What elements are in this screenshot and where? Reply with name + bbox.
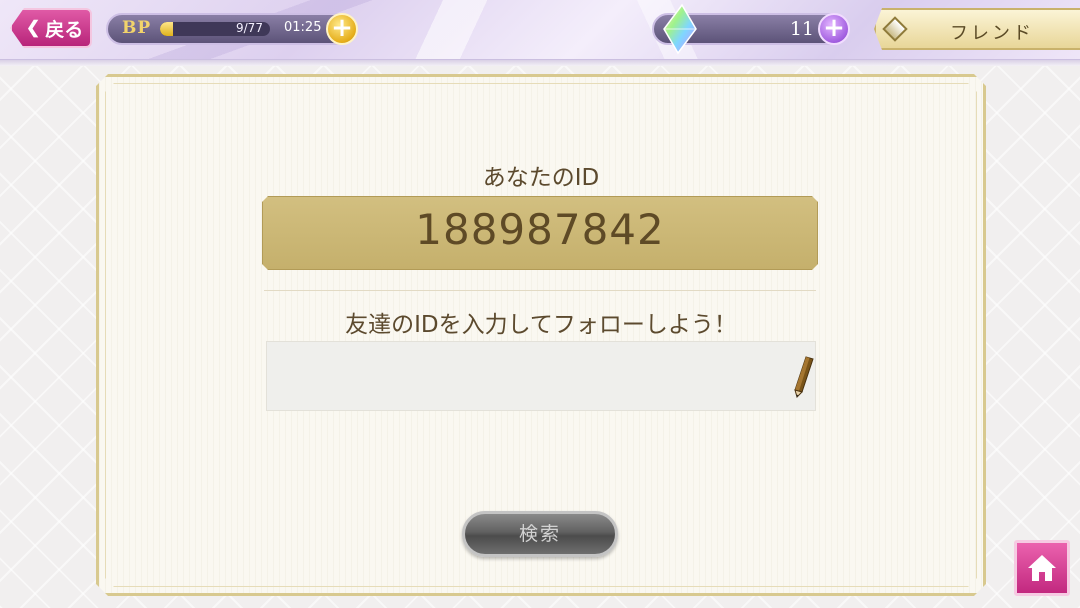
bp-add-button[interactable]: + [326,13,358,45]
page-title-tab: フレンド [874,8,1080,50]
gem-icon [663,3,697,55]
friend-id-input[interactable] [266,341,816,411]
pencil-icon[interactable] [792,356,814,398]
bp-meter: BP 9/77 01:25 [106,13,352,45]
your-id-value: 188987842 [415,205,665,254]
back-button[interactable]: ❮ 戻る [10,8,92,48]
plus-icon: + [823,13,845,43]
gem-add-button[interactable]: + [818,13,850,45]
home-icon [1028,555,1056,581]
plus-icon: + [331,13,353,43]
friend-id-prompt: 友達のIDを入力してフォローしよう！ [345,312,737,338]
section-divider [264,290,816,291]
bp-count: 9/77 [236,21,263,35]
chevron-left-icon: ❮ [26,18,41,38]
search-button-label: 検索 [518,523,561,545]
your-id-label: あなたのID [482,165,600,191]
top-bar-divider [0,60,1080,66]
back-button-label: 戻る [45,18,84,41]
home-button[interactable] [1014,540,1070,596]
diamond-icon [882,16,908,42]
bp-gauge-fill [160,22,173,36]
your-id-plate: 188987842 [262,196,818,270]
search-button[interactable]: 検索 [462,511,618,557]
bp-label: BP [122,18,152,38]
gem-count: 11 [789,18,814,40]
page-title: フレンド [950,23,1034,44]
bp-recovery-timer: 01:25 [284,20,322,35]
